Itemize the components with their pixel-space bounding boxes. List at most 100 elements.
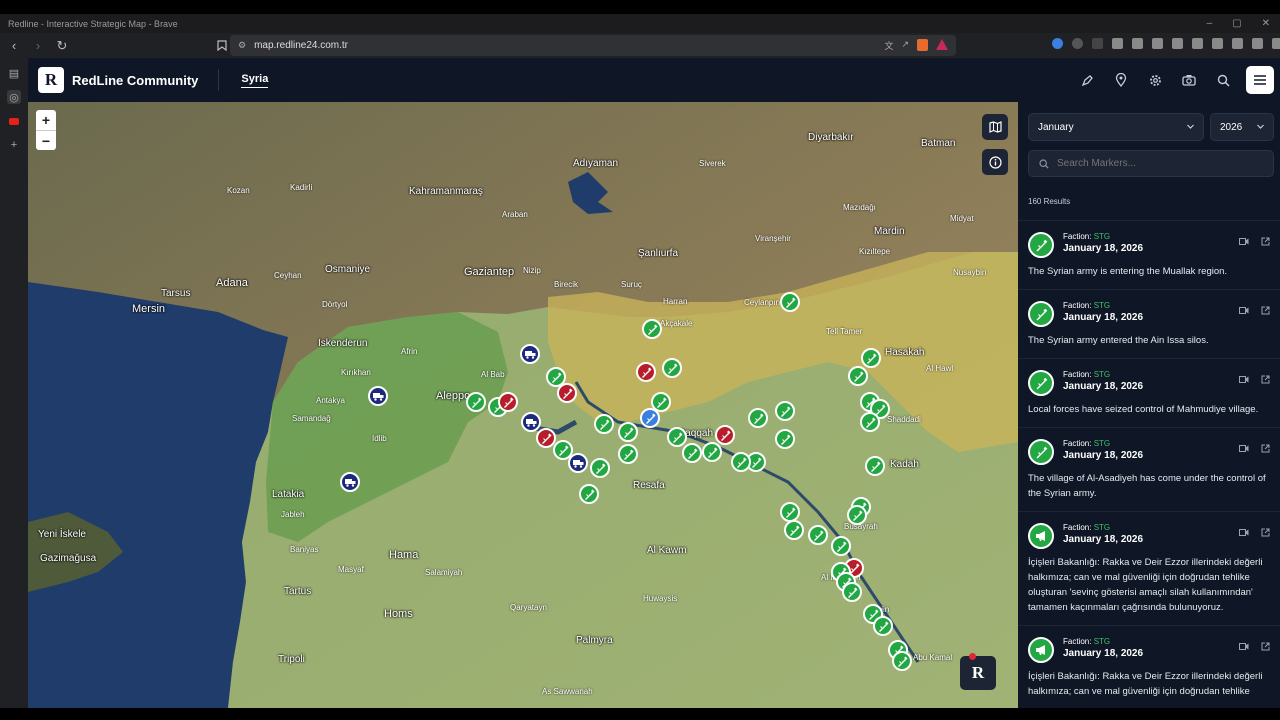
event-marker[interactable] xyxy=(715,425,735,445)
tab-syria[interactable]: Syria xyxy=(241,73,269,88)
video-icon[interactable] xyxy=(1239,306,1249,315)
close-icon[interactable]: ✕ xyxy=(1262,18,1270,29)
share-icon[interactable]: ↗ xyxy=(901,39,909,52)
list-item[interactable]: Faction: STG January 18, 2026 The Syrian a… xyxy=(1018,221,1280,290)
event-marker[interactable] xyxy=(667,427,687,447)
video-icon[interactable] xyxy=(1239,444,1249,453)
video-icon[interactable] xyxy=(1239,528,1249,537)
event-marker[interactable] xyxy=(590,458,610,478)
bookmark-icon[interactable] xyxy=(212,35,232,55)
reload-icon[interactable]: ↻ xyxy=(52,36,72,56)
event-marker[interactable] xyxy=(775,429,795,449)
vpn-icon[interactable] xyxy=(1252,38,1263,49)
event-marker[interactable] xyxy=(861,348,881,368)
draw-icon[interactable] xyxy=(1080,73,1094,87)
external-link-icon[interactable] xyxy=(1261,528,1270,537)
event-marker[interactable] xyxy=(847,505,867,525)
event-marker[interactable] xyxy=(702,442,722,462)
external-link-icon[interactable] xyxy=(1261,375,1270,384)
external-link-icon[interactable] xyxy=(1261,444,1270,453)
event-marker[interactable] xyxy=(780,292,800,312)
search-markers-input[interactable] xyxy=(1057,158,1257,169)
translate-icon[interactable]: 文 xyxy=(884,39,893,52)
vehicle-marker[interactable] xyxy=(520,344,540,364)
event-marker[interactable] xyxy=(618,444,638,464)
forward-icon[interactable]: › xyxy=(28,36,48,56)
event-marker[interactable] xyxy=(594,414,614,434)
site-info-icon[interactable]: ⚙ xyxy=(238,40,246,51)
month-select[interactable]: January xyxy=(1028,113,1204,141)
puzzle-icon[interactable] xyxy=(1112,38,1123,49)
list-item[interactable]: Faction: STG January 18, 2026 The Syrian a… xyxy=(1018,290,1280,359)
add-icon[interactable]: + xyxy=(7,138,21,152)
event-marker[interactable] xyxy=(892,651,912,671)
sidebar-tab-icon[interactable]: ◎ xyxy=(7,90,21,104)
event-marker[interactable] xyxy=(682,443,702,463)
event-marker[interactable] xyxy=(808,525,828,545)
maximize-icon[interactable]: ▢ xyxy=(1232,18,1241,29)
list-item[interactable]: Faction: STG January 18, 2026 Local forces… xyxy=(1018,359,1280,428)
event-marker[interactable] xyxy=(775,401,795,421)
map-info-button[interactable] xyxy=(982,149,1008,175)
sidebar-panel-icon[interactable]: ▤ xyxy=(7,66,21,80)
vehicle-marker[interactable] xyxy=(368,386,388,406)
event-marker[interactable] xyxy=(865,456,885,476)
redline-badge[interactable]: R xyxy=(960,653,996,690)
back-icon[interactable]: ‹ xyxy=(4,36,24,56)
video-icon[interactable] xyxy=(1239,642,1249,651)
camera-icon[interactable] xyxy=(1182,73,1196,87)
extension-icon[interactable] xyxy=(1132,38,1143,49)
event-marker[interactable] xyxy=(860,412,880,432)
music-icon[interactable] xyxy=(1172,38,1183,49)
vehicle-marker[interactable] xyxy=(568,453,588,473)
event-marker[interactable] xyxy=(780,502,800,522)
event-marker[interactable] xyxy=(618,422,638,442)
extension-icon[interactable] xyxy=(1152,38,1163,49)
menu-icon[interactable] xyxy=(1272,38,1280,49)
zoom-in-button[interactable]: + xyxy=(36,110,56,130)
strategic-map[interactable]: + − Adana Mersin Tarsus Osmaniye Kahramanmar… xyxy=(28,102,1018,708)
event-marker[interactable] xyxy=(662,358,682,378)
vehicle-marker[interactable] xyxy=(521,412,541,432)
sidebar-toggle-icon[interactable] xyxy=(1192,38,1203,49)
event-marker[interactable] xyxy=(498,392,518,412)
vehicle-marker[interactable] xyxy=(340,472,360,492)
gear-icon[interactable] xyxy=(1148,73,1162,87)
minimize-icon[interactable]: – xyxy=(1207,18,1213,29)
list-item[interactable]: Faction: STG January 18, 2026 The village … xyxy=(1018,428,1280,512)
brave-shields-icon[interactable] xyxy=(917,39,928,51)
brave-rewards-icon[interactable] xyxy=(936,39,948,50)
extension-icon[interactable] xyxy=(1052,38,1063,49)
map-layers-button[interactable] xyxy=(982,114,1008,140)
video-icon[interactable] xyxy=(1239,375,1249,384)
list-item[interactable]: Faction: STG January 18, 2026 İçişleri Bak… xyxy=(1018,626,1280,708)
search-icon[interactable] xyxy=(1216,73,1230,87)
event-marker[interactable] xyxy=(731,452,751,472)
event-marker[interactable] xyxy=(466,392,486,412)
external-link-icon[interactable] xyxy=(1261,306,1270,315)
external-link-icon[interactable] xyxy=(1261,237,1270,246)
leo-icon[interactable] xyxy=(1232,38,1243,49)
event-marker[interactable] xyxy=(848,366,868,386)
event-marker[interactable] xyxy=(842,582,862,602)
event-marker[interactable] xyxy=(636,362,656,382)
event-marker[interactable] xyxy=(579,484,599,504)
event-marker[interactable] xyxy=(831,536,851,556)
event-marker[interactable] xyxy=(873,616,893,636)
app-brand[interactable]: RedLine Community xyxy=(72,73,198,88)
address-bar[interactable]: ⚙ map.redline24.com.tr 文 ↗ xyxy=(230,35,956,56)
year-select[interactable]: 2026 xyxy=(1210,113,1274,141)
extension-icon[interactable] xyxy=(1072,38,1083,49)
extension-icon[interactable] xyxy=(1092,38,1103,49)
location-pin-icon[interactable] xyxy=(1114,73,1128,87)
app-logo[interactable]: R xyxy=(38,67,64,93)
event-marker[interactable] xyxy=(784,520,804,540)
wallet-icon[interactable] xyxy=(1212,38,1223,49)
event-marker[interactable] xyxy=(651,392,671,412)
event-marker[interactable] xyxy=(748,408,768,428)
video-icon[interactable] xyxy=(1239,237,1249,246)
event-marker[interactable] xyxy=(557,383,577,403)
external-link-icon[interactable] xyxy=(1261,642,1270,651)
hamburger-menu-button[interactable] xyxy=(1246,66,1274,94)
zoom-out-button[interactable]: − xyxy=(36,130,56,150)
